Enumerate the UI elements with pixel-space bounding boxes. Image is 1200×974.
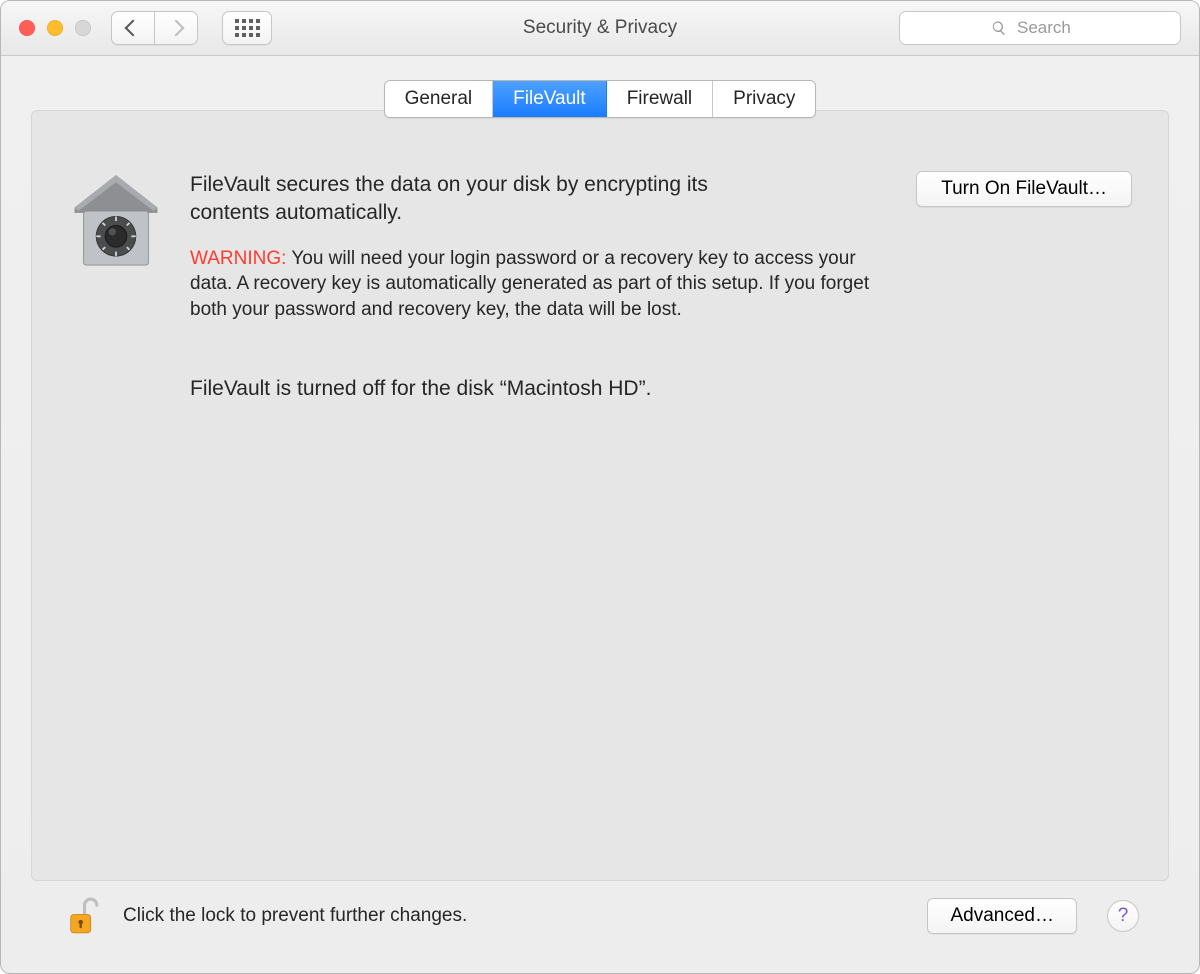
help-icon: ? [1118,905,1129,927]
filevault-heading: FileVault secures the data on your disk … [190,171,710,228]
advanced-button[interactable]: Advanced… [927,898,1077,934]
content-area: General FileVault Firewall Privacy [1,56,1199,973]
preferences-window: Security & Privacy General FileVault Fir… [0,0,1200,974]
zoom-window-button[interactable] [75,20,91,36]
filevault-row: FileVault secures the data on your disk … [68,171,1132,422]
window-controls [19,20,91,36]
back-button[interactable] [111,11,155,45]
warning-label: WARNING: [190,248,286,269]
warning-body: You will need your login password or a r… [190,248,869,320]
forward-button[interactable] [154,11,198,45]
grid-icon [235,19,260,37]
tab-firewall[interactable]: Firewall [607,81,713,117]
filevault-warning: WARNING: You will need your login passwo… [190,246,890,323]
close-window-button[interactable] [19,20,35,36]
filevault-status: FileVault is turned off for the disk “Ma… [190,377,890,401]
lock-hint-text: Click the lock to prevent further change… [123,905,467,927]
show-all-button[interactable] [222,11,272,45]
filevault-text: FileVault secures the data on your disk … [190,171,890,422]
search-icon [991,20,1007,36]
turn-on-filevault-button[interactable]: Turn On FileVault… [916,171,1132,207]
unlocked-padlock-icon [67,896,99,936]
titlebar: Security & Privacy [1,1,1199,56]
help-button[interactable]: ? [1107,900,1139,932]
tab-privacy[interactable]: Privacy [713,81,815,117]
search-field[interactable] [899,11,1181,45]
minimize-window-button[interactable] [47,20,63,36]
filevault-icon [68,171,164,271]
tab-general[interactable]: General [385,81,494,117]
filevault-panel: FileVault secures the data on your disk … [31,110,1169,881]
footer: Click the lock to prevent further change… [31,881,1169,951]
nav-buttons [111,11,198,45]
tab-filevault[interactable]: FileVault [493,81,607,117]
chevron-right-icon [168,20,185,37]
chevron-left-icon [125,20,142,37]
tab-bar: General FileVault Firewall Privacy [384,80,817,118]
lock-button[interactable] [61,892,105,940]
house-safe-icon [71,171,161,271]
search-input[interactable] [1015,17,1089,39]
